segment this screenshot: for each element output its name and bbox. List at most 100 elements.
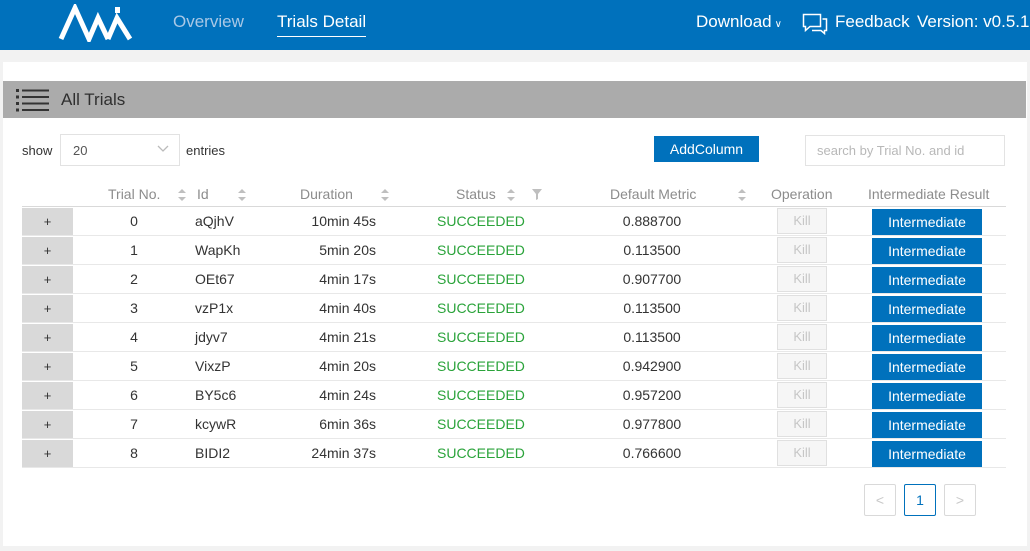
pagination-page-1[interactable]: 1 xyxy=(904,484,936,516)
cell-duration: 4min 40s xyxy=(319,300,376,316)
feedback-link[interactable]: Feedback xyxy=(835,12,910,32)
table-body: +0 aQjhV 10min 45s SUCCEEDED 0.888700 Kill Int… xyxy=(22,207,1006,468)
kill-button[interactable]: Kill xyxy=(777,237,827,263)
cell-id: BIDI2 xyxy=(195,445,231,461)
cell-id: OEt67 xyxy=(195,271,235,287)
expand-row-button[interactable]: + xyxy=(22,237,73,264)
col-operation: Operation xyxy=(771,186,833,202)
cell-id: WapKh xyxy=(195,242,241,258)
cell-id: jdyv7 xyxy=(195,329,228,345)
intermediate-button[interactable]: Intermediate xyxy=(872,325,982,351)
table-row: +7 kcywR 6min 36s SUCCEEDED 0.977800 Kill Inte… xyxy=(22,410,1006,439)
download-label: Download xyxy=(696,12,772,31)
col-trial-no[interactable]: Trial No. xyxy=(108,186,160,202)
cell-id: vzP1x xyxy=(195,300,234,316)
cell-duration: 4min 24s xyxy=(319,387,376,403)
cell-status: SUCCEEDED xyxy=(437,387,525,403)
table-row: +3 vzP1x 4min 40s SUCCEEDED 0.113500 Kill Inte… xyxy=(22,294,1006,323)
filter-icon[interactable] xyxy=(532,189,542,200)
kill-button[interactable]: Kill xyxy=(777,208,827,234)
table-row: +8 BIDI2 24min 37s SUCCEEDED 0.766600 Kill Int… xyxy=(22,439,1006,468)
kill-button[interactable]: Kill xyxy=(777,324,827,350)
cell-trial-no: 1 xyxy=(130,242,138,258)
kill-button[interactable]: Kill xyxy=(777,411,827,437)
expand-row-button[interactable]: + xyxy=(22,208,73,235)
cell-status: SUCCEEDED xyxy=(437,358,525,374)
cell-id: aQjhV xyxy=(195,213,234,229)
feedback-icon[interactable] xyxy=(802,13,828,35)
intermediate-button[interactable]: Intermediate xyxy=(872,383,982,409)
expand-row-button[interactable]: + xyxy=(22,266,73,293)
cell-trial-no: 8 xyxy=(130,445,138,461)
page-size-select[interactable]: 20 xyxy=(60,134,180,166)
intermediate-button[interactable]: Intermediate xyxy=(872,238,982,264)
cell-duration: 4min 21s xyxy=(319,329,376,345)
cell-default-metric: 0.766600 xyxy=(622,445,682,461)
download-menu[interactable]: Download ∨ xyxy=(696,12,782,32)
col-default-metric[interactable]: Default Metric xyxy=(610,186,696,202)
cell-default-metric: 0.113500 xyxy=(623,329,681,345)
col-status[interactable]: Status xyxy=(456,186,496,202)
sort-icon[interactable] xyxy=(177,187,187,203)
cell-trial-no: 3 xyxy=(130,300,138,316)
intermediate-button[interactable]: Intermediate xyxy=(872,441,982,467)
sort-icon[interactable] xyxy=(237,187,247,203)
cell-duration: 24min 37s xyxy=(311,445,376,461)
sort-icon[interactable] xyxy=(737,187,747,203)
search-input[interactable] xyxy=(805,135,1005,166)
cell-duration: 4min 20s xyxy=(319,358,376,374)
expand-row-button[interactable]: + xyxy=(22,295,73,322)
expand-row-button[interactable]: + xyxy=(22,411,73,438)
kill-button[interactable]: Kill xyxy=(777,440,827,466)
expand-row-button[interactable]: + xyxy=(22,382,73,409)
cell-default-metric: 0.957200 xyxy=(622,387,682,403)
kill-button[interactable]: Kill xyxy=(777,266,827,292)
cell-trial-no: 7 xyxy=(130,416,138,432)
cell-default-metric: 0.888700 xyxy=(622,213,682,229)
cell-trial-no: 6 xyxy=(130,387,138,403)
pagination-prev-button[interactable]: < xyxy=(864,484,896,516)
cell-duration: 4min 17s xyxy=(319,271,376,287)
table-row: +5 VixzP 4min 20s SUCCEEDED 0.942900 Kill Inte… xyxy=(22,352,1006,381)
cell-status: SUCCEEDED xyxy=(437,300,525,316)
table-row: +6 BY5c6 4min 24s SUCCEEDED 0.957200 Kill Inte… xyxy=(22,381,1006,410)
cell-duration: 5min 20s xyxy=(319,242,376,258)
kill-button[interactable]: Kill xyxy=(777,295,827,321)
cell-status: SUCCEEDED xyxy=(437,416,525,432)
version-label: Version: v0.5.1 xyxy=(917,12,1030,31)
nav-overview[interactable]: Overview xyxy=(173,12,244,32)
cell-trial-no: 2 xyxy=(130,271,138,287)
sort-icon[interactable] xyxy=(380,187,390,203)
page-size-value: 20 xyxy=(73,143,88,158)
expand-row-button[interactable]: + xyxy=(22,353,73,380)
intermediate-button[interactable]: Intermediate xyxy=(872,296,982,322)
col-duration[interactable]: Duration xyxy=(300,186,353,202)
intermediate-button[interactable]: Intermediate xyxy=(872,209,982,235)
sort-icon[interactable] xyxy=(506,187,516,203)
cell-duration: 10min 45s xyxy=(311,213,376,229)
expand-row-button[interactable]: + xyxy=(22,324,73,351)
kill-button[interactable]: Kill xyxy=(777,382,827,408)
nav-trials-detail[interactable]: Trials Detail xyxy=(277,12,367,37)
kill-button[interactable]: Kill xyxy=(777,353,827,379)
expand-row-button[interactable]: + xyxy=(22,440,73,467)
nni-logo[interactable] xyxy=(58,4,134,42)
pagination-next-button[interactable]: > xyxy=(944,484,976,516)
add-column-button[interactable]: AddColumn xyxy=(654,136,759,162)
show-label: show xyxy=(22,143,53,158)
cell-status: SUCCEEDED xyxy=(437,213,525,229)
cell-status: SUCCEEDED xyxy=(437,242,525,258)
intermediate-button[interactable]: Intermediate xyxy=(872,267,982,293)
cell-default-metric: 0.113500 xyxy=(623,300,681,316)
cell-id: BY5c6 xyxy=(195,387,237,403)
cell-default-metric: 0.113500 xyxy=(623,242,681,258)
col-intermediate-result: Intermediate Result xyxy=(868,186,990,202)
intermediate-button[interactable]: Intermediate xyxy=(872,412,982,438)
cell-status: SUCCEEDED xyxy=(437,271,525,287)
cell-status: SUCCEEDED xyxy=(437,445,525,461)
cell-trial-no: 0 xyxy=(130,213,138,229)
intermediate-button[interactable]: Intermediate xyxy=(872,354,982,380)
col-id[interactable]: Id xyxy=(197,186,209,202)
cell-default-metric: 0.942900 xyxy=(622,358,682,374)
cell-default-metric: 0.907700 xyxy=(622,271,682,287)
